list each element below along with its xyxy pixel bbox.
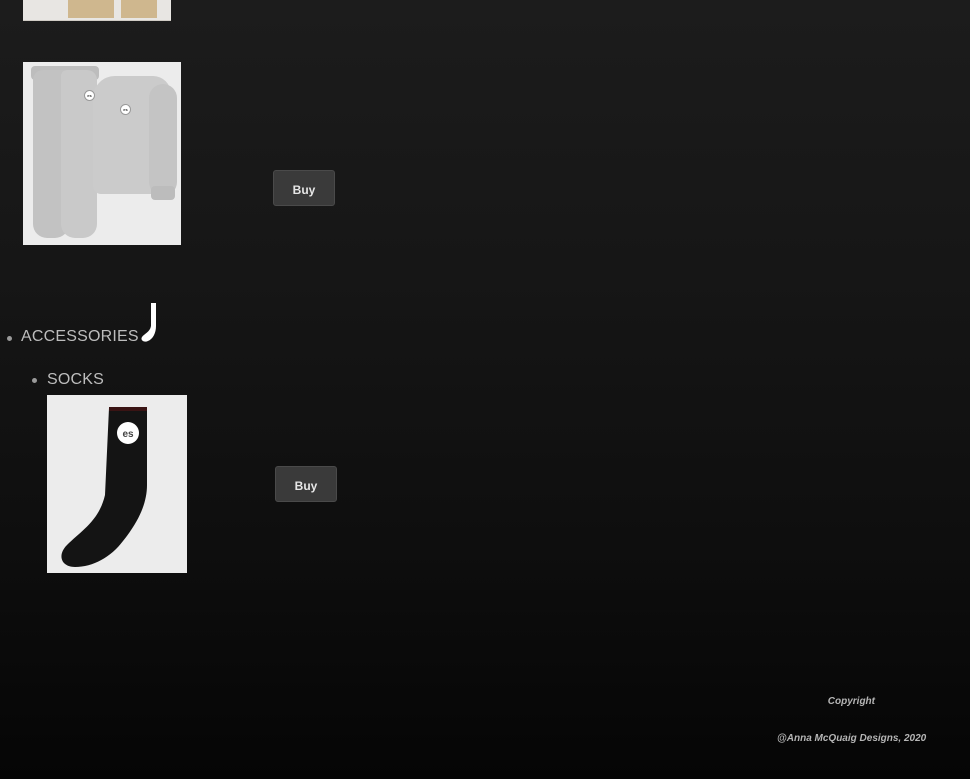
buy-button-sweatsuit[interactable]: Buy: [273, 170, 335, 206]
brand-logo: es: [120, 104, 131, 115]
brand-logo: es: [84, 90, 95, 101]
footer-credit: @Anna McQuaig Designs, 2020: [777, 733, 927, 744]
product-image-beige-pants: [23, 0, 171, 21]
list-bullet: [7, 336, 12, 341]
list-bullet: [32, 378, 37, 383]
category-accessories[interactable]: ACCESSORIES: [21, 328, 139, 346]
brand-logo: es: [122, 429, 134, 440]
footer-copyright-label: Copyright: [827, 696, 875, 707]
product-image-socks: es: [47, 395, 187, 573]
subcategory-socks[interactable]: SOCKS: [47, 371, 104, 389]
buy-button-socks[interactable]: Buy: [275, 466, 337, 502]
sock-icon: [139, 302, 163, 344]
product-image-sweatsuit: es es: [23, 62, 181, 245]
